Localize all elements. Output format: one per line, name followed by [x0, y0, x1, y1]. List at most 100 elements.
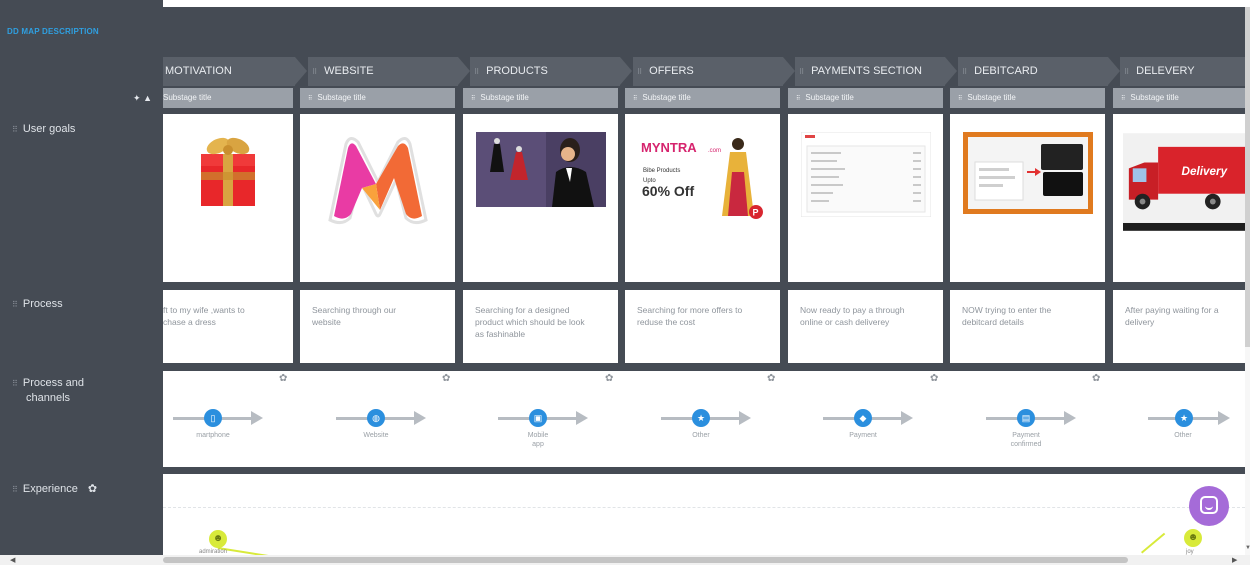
image-card-delivery[interactable]: Delivery [1113, 114, 1245, 282]
channel-smartphone[interactable]: ▯ martphone [173, 371, 273, 467]
stage-debitcard[interactable]: ⠿ DEBITCARD [958, 57, 1120, 86]
substage-bar[interactable]: ⠿ Substage title [300, 88, 455, 108]
fashion-shop-image [475, 132, 606, 207]
drag-handle-icon[interactable]: ⠿ [471, 96, 475, 102]
pin-controls[interactable]: ✦ ▲ [133, 93, 152, 104]
channel-label-line: Payment [1012, 432, 1040, 439]
mobile-app-icon: ▣ [529, 409, 547, 427]
drag-handle-icon[interactable]: ⠿ [637, 69, 642, 76]
drag-handle-icon[interactable]: ⠿ [796, 96, 800, 102]
row-label-experience[interactable]: ⠿ Experience ✿ [12, 482, 97, 497]
stage-payments-section[interactable]: ⠿ PAYMENTS SECTION [795, 57, 957, 86]
substage-bar[interactable]: ⠿ Substage title [950, 88, 1105, 108]
gear-icon[interactable]: ✿ [88, 482, 97, 497]
stage-title: DELEVERY [1136, 65, 1195, 77]
drag-handle-icon[interactable]: ⠿ [12, 125, 18, 134]
substage-bar[interactable]: ⠿ Substage title [625, 88, 780, 108]
row-label-user-goals[interactable]: ⠿ User goals [12, 122, 75, 137]
channel-mobile-app[interactable]: ▣ Mobile app [498, 371, 598, 467]
row-label-text: User goals [22, 123, 76, 135]
vertical-scrollbar[interactable]: ▼ [1245, 7, 1250, 555]
row-label-process-channels[interactable]: ⠿ Process and channels [12, 376, 84, 406]
drag-handle-icon[interactable]: ⠿ [312, 69, 317, 76]
emotion-icon[interactable]: ☻ [1184, 529, 1202, 547]
process-text-card[interactable]: Searching through our website [300, 290, 455, 363]
star-icon: ★ [1175, 409, 1193, 427]
channel-label-line: Mobile [527, 432, 549, 439]
chat-launcher-button[interactable] [1189, 486, 1229, 526]
scrollbar-thumb[interactable] [163, 557, 1128, 563]
arrow-right-icon [739, 411, 751, 425]
add-map-description-link[interactable]: DD MAP DESCRIPTION [7, 27, 99, 36]
process-text-card[interactable]: Searching for more offers to reduse the … [625, 290, 780, 363]
row-label-process[interactable]: ⠿ Process [12, 297, 63, 312]
image-card-products[interactable] [463, 114, 618, 282]
image-card-gift[interactable] [163, 114, 293, 282]
process-text-card[interactable]: ft to my wife ,wants to chase a dress [163, 290, 293, 363]
stage-offers[interactable]: ⠿ OFFERS [633, 57, 795, 86]
chevron-right-icon [1108, 57, 1120, 85]
gear-icon[interactable]: ✿ [279, 373, 287, 384]
channel-other[interactable]: ★ Other [1148, 371, 1245, 467]
offer-brand: MYNTRA [641, 140, 697, 155]
substage-bar[interactable]: ⠿ Substage title [1113, 88, 1245, 108]
emotion-icon[interactable]: ☻ [209, 530, 227, 548]
gear-icon[interactable]: ✿ [605, 373, 613, 384]
substage-bar[interactable]: Substage title [163, 88, 293, 108]
image-card-debitcard[interactable] [950, 114, 1105, 282]
gear-icon[interactable]: ✿ [1092, 373, 1100, 384]
stage-website[interactable]: ⠿ WEBSITE [308, 57, 470, 86]
stage-delevery[interactable]: ⠿ DELEVERY [1120, 57, 1245, 86]
arrow-right-icon [576, 411, 588, 425]
channel-other[interactable]: ★ Other [661, 371, 761, 467]
stage-title: PAYMENTS SECTION [811, 65, 922, 77]
drag-handle-icon[interactable]: ⠿ [12, 379, 18, 388]
substage-title: Substage title [642, 93, 691, 102]
drag-handle-icon[interactable]: ⠿ [962, 69, 967, 76]
collapse-up-icon[interactable]: ▲ [143, 93, 152, 103]
drag-handle-icon[interactable]: ⠿ [1121, 96, 1125, 102]
substage-bar[interactable]: ⠿ Substage title [463, 88, 618, 108]
image-card-myntra-logo[interactable] [300, 114, 455, 282]
horizontal-scrollbar[interactable]: ◀ ▶ [0, 555, 1250, 565]
stage-title: WEBSITE [324, 65, 374, 77]
stage-motivation[interactable]: MOTIVATION [163, 57, 307, 86]
scroll-left-icon[interactable]: ◀ [10, 556, 15, 564]
process-text-card[interactable]: Searching for a designed product which s… [463, 290, 618, 363]
drag-handle-icon[interactable]: ⠿ [308, 96, 312, 102]
delivery-truck-image: Delivery [1123, 133, 1245, 231]
drag-handle-icon[interactable]: ⠿ [633, 96, 637, 102]
channel-website[interactable]: ◍ Website [336, 371, 436, 467]
process-text-line: NOW trying to enter the [962, 305, 1052, 315]
channel-payment-confirmed[interactable]: ▤ Payment confirmed [986, 371, 1086, 467]
drag-handle-icon[interactable]: ⠿ [958, 96, 962, 102]
stage-products[interactable]: ⠿ PRODUCTS [470, 57, 632, 86]
drag-handle-icon[interactable]: ⠿ [12, 300, 18, 309]
gear-icon[interactable]: ✿ [442, 373, 450, 384]
offer-line1: Bibe Products [643, 168, 680, 174]
scroll-down-icon[interactable]: ▼ [1245, 545, 1250, 551]
channel-label-line: app [532, 441, 544, 448]
channel-payment[interactable]: ◆ Payment [823, 371, 923, 467]
arrow-right-icon [251, 411, 263, 425]
top-bar [0, 7, 1245, 57]
drag-handle-icon[interactable]: ⠿ [12, 485, 18, 494]
scroll-right-icon[interactable]: ▶ [1232, 556, 1237, 564]
image-card-myntra-offer[interactable]: MYNTRA .com Bibe Products Upto 60% Off P [625, 114, 780, 282]
process-text-card[interactable]: Now ready to pay a through online or cas… [788, 290, 943, 363]
process-text-line: ft to my wife ,wants to [163, 305, 245, 315]
drag-handle-icon[interactable]: ⠿ [1124, 69, 1129, 76]
channel-label: Payment [849, 432, 877, 439]
substage-bar[interactable]: ⠿ Substage title [788, 88, 943, 108]
pin-icon[interactable]: ✦ [133, 93, 141, 103]
substage-title: Substage title [317, 93, 366, 102]
process-text-card[interactable]: NOW trying to enter the debitcard detail… [950, 290, 1105, 363]
image-card-payment-screen[interactable] [788, 114, 943, 282]
gear-icon[interactable]: ✿ [767, 373, 775, 384]
drag-handle-icon[interactable]: ⠿ [474, 69, 479, 76]
process-text-card[interactable]: After paying waiting for a delivery [1113, 290, 1245, 363]
gear-icon[interactable]: ✿ [930, 373, 938, 384]
scrollbar-thumb[interactable] [1245, 7, 1250, 347]
drag-handle-icon[interactable]: ⠿ [799, 69, 804, 76]
myntra-offer-image: MYNTRA .com Bibe Products Upto 60% Off P [637, 132, 768, 222]
